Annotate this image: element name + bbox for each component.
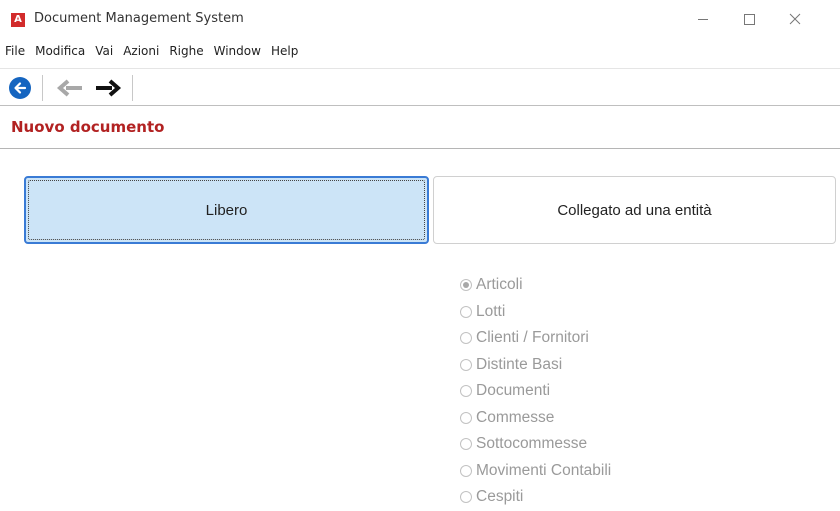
arrow-right-icon[interactable] bbox=[94, 79, 122, 97]
radio-unchecked-icon bbox=[460, 385, 472, 398]
divider bbox=[0, 148, 840, 149]
menu-vai[interactable]: Vai bbox=[91, 44, 117, 58]
mode-linked-label: Collegato ad una entità bbox=[557, 201, 712, 219]
maximize-button[interactable] bbox=[726, 0, 772, 38]
radio-label: Clienti / Fornitori bbox=[476, 329, 589, 347]
minimize-icon bbox=[698, 18, 708, 20]
close-icon bbox=[789, 13, 801, 25]
mode-linked-button[interactable]: Collegato ad una entità bbox=[433, 176, 836, 244]
toolbar bbox=[0, 68, 840, 106]
toolbar-separator bbox=[132, 75, 133, 101]
radio-sottocommesse[interactable]: Sottocommesse bbox=[460, 431, 611, 458]
mode-free-button[interactable]: Libero bbox=[24, 176, 429, 244]
radio-label: Lotti bbox=[476, 302, 506, 320]
radio-distinte-basi[interactable]: Distinte Basi bbox=[460, 352, 611, 379]
radio-commesse[interactable]: Commesse bbox=[460, 405, 611, 432]
radio-label: Articoli bbox=[476, 276, 523, 294]
back-button[interactable] bbox=[9, 77, 31, 99]
minimize-button[interactable] bbox=[680, 0, 726, 38]
menu-window[interactable]: Window bbox=[210, 44, 265, 58]
radio-clienti-fornitori[interactable]: Clienti / Fornitori bbox=[460, 325, 611, 352]
radio-unchecked-icon bbox=[460, 358, 472, 371]
radio-movimenti-contabili[interactable]: Movimenti Contabili bbox=[460, 458, 611, 485]
radio-lotti[interactable]: Lotti bbox=[460, 299, 611, 326]
page-title: Nuovo documento bbox=[11, 118, 165, 136]
toolbar-separator bbox=[42, 75, 43, 101]
radio-unchecked-icon bbox=[460, 438, 472, 451]
close-button[interactable] bbox=[772, 0, 818, 38]
menu-righe[interactable]: Righe bbox=[165, 44, 207, 58]
radio-checked-icon bbox=[460, 279, 472, 292]
radio-label: Cespiti bbox=[476, 488, 524, 506]
radio-label: Commesse bbox=[476, 408, 555, 426]
menu-bar: File Modifica Vai Azioni Righe Window He… bbox=[0, 40, 840, 62]
radio-label: Distinte Basi bbox=[476, 355, 563, 373]
menu-azioni[interactable]: Azioni bbox=[119, 44, 163, 58]
arrow-left-icon[interactable] bbox=[56, 79, 84, 97]
radio-cespiti[interactable]: Cespiti bbox=[460, 484, 611, 511]
radio-articoli[interactable]: Articoli bbox=[460, 272, 611, 299]
radio-unchecked-icon bbox=[460, 332, 472, 345]
radio-label: Sottocommesse bbox=[476, 435, 588, 453]
maximize-icon bbox=[743, 13, 755, 25]
title-bar: A Document Management System bbox=[0, 0, 840, 38]
focus-outline bbox=[28, 180, 425, 240]
radio-unchecked-icon bbox=[460, 411, 472, 424]
back-circle-icon bbox=[14, 82, 27, 94]
radio-label: Movimenti Contabili bbox=[476, 461, 612, 479]
radio-unchecked-icon bbox=[460, 305, 472, 318]
radio-documenti[interactable]: Documenti bbox=[460, 378, 611, 405]
menu-modifica[interactable]: Modifica bbox=[31, 44, 89, 58]
radio-label: Documenti bbox=[476, 382, 551, 400]
radio-unchecked-icon bbox=[460, 464, 472, 477]
radio-unchecked-icon bbox=[460, 491, 472, 504]
menu-help[interactable]: Help bbox=[267, 44, 302, 58]
window-title: Document Management System bbox=[34, 11, 244, 26]
menu-file[interactable]: File bbox=[1, 44, 29, 58]
entity-radio-group: Articoli Lotti Clienti / Fornitori Disti… bbox=[460, 272, 611, 511]
app-logo-icon: A bbox=[11, 13, 25, 27]
